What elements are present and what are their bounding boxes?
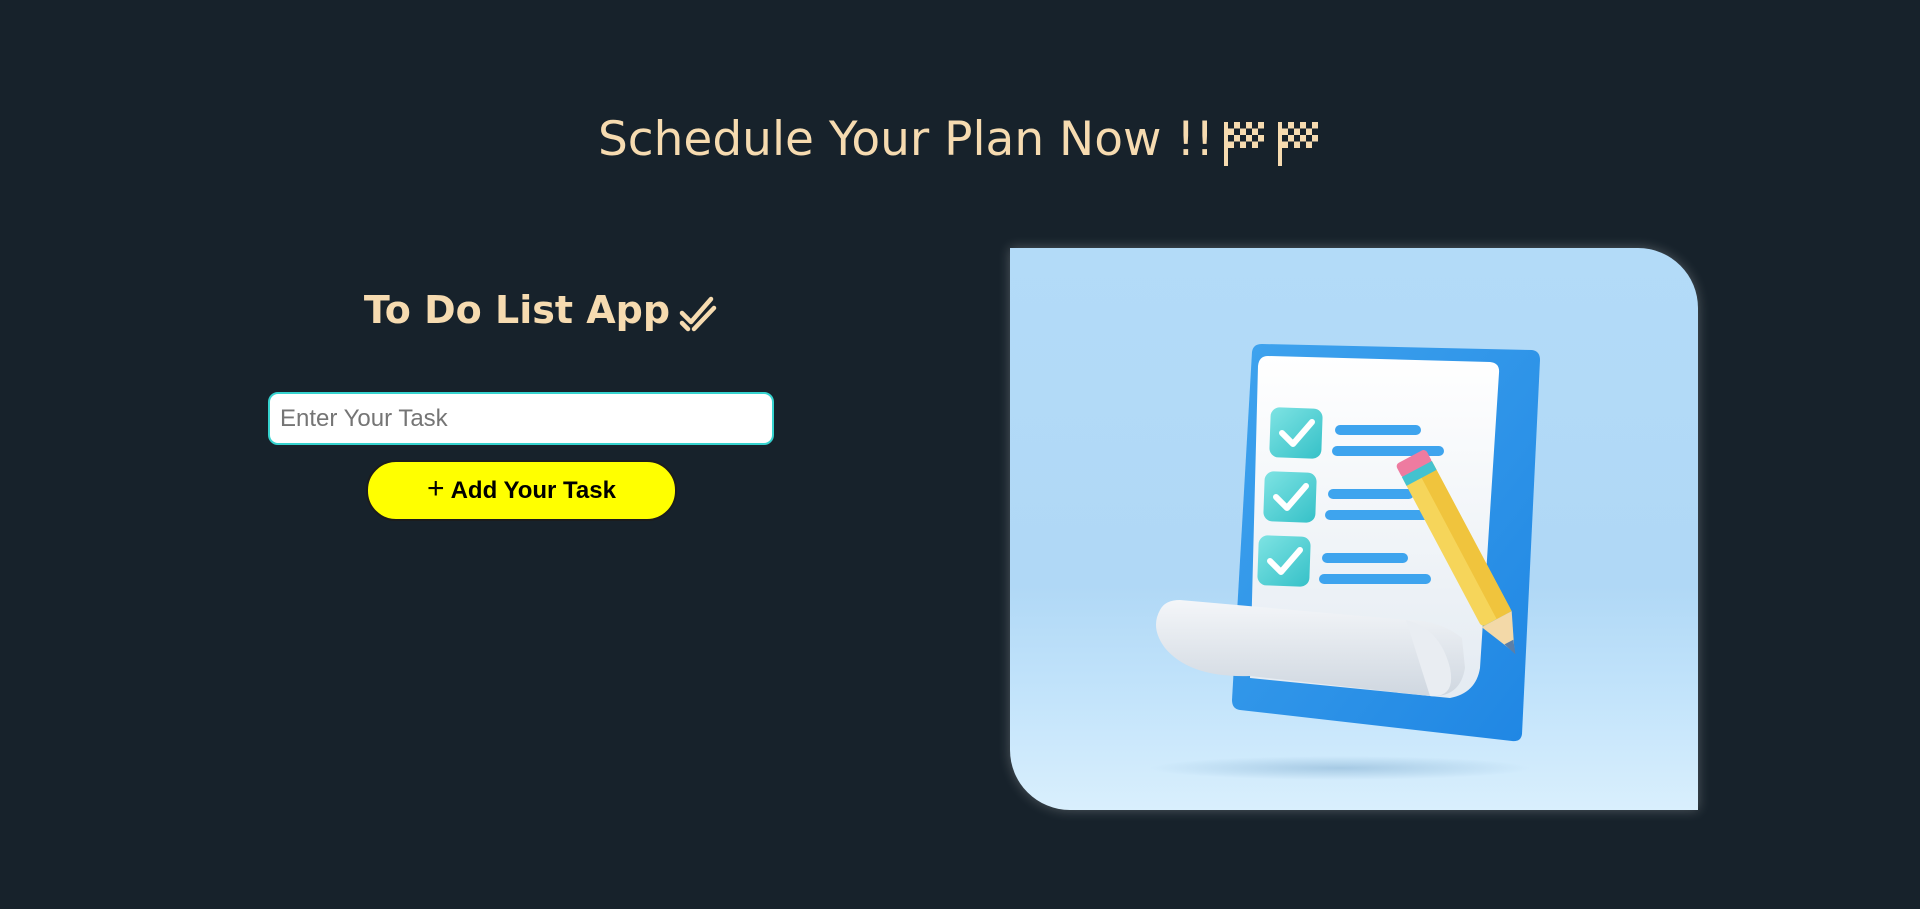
checklist-illustration-art (1150, 344, 1540, 780)
checkered-flag-icon (1224, 121, 1265, 166)
checkered-flag-icon (1278, 121, 1319, 166)
plus-icon: + (427, 472, 445, 505)
app-title-text: To Do List App (363, 288, 671, 332)
checklist-illustration (1010, 248, 1698, 810)
double-check-icon (679, 296, 717, 331)
page-title: Schedule Your Plan Now !! (0, 108, 1920, 172)
page-title-text: Schedule Your Plan Now !! (597, 112, 1215, 167)
add-task-button-label: Add Your Task (450, 476, 616, 504)
app-title: To Do List App (265, 284, 817, 336)
add-task-button[interactable]: + Add Your Task (366, 460, 677, 521)
task-input[interactable] (268, 392, 774, 445)
